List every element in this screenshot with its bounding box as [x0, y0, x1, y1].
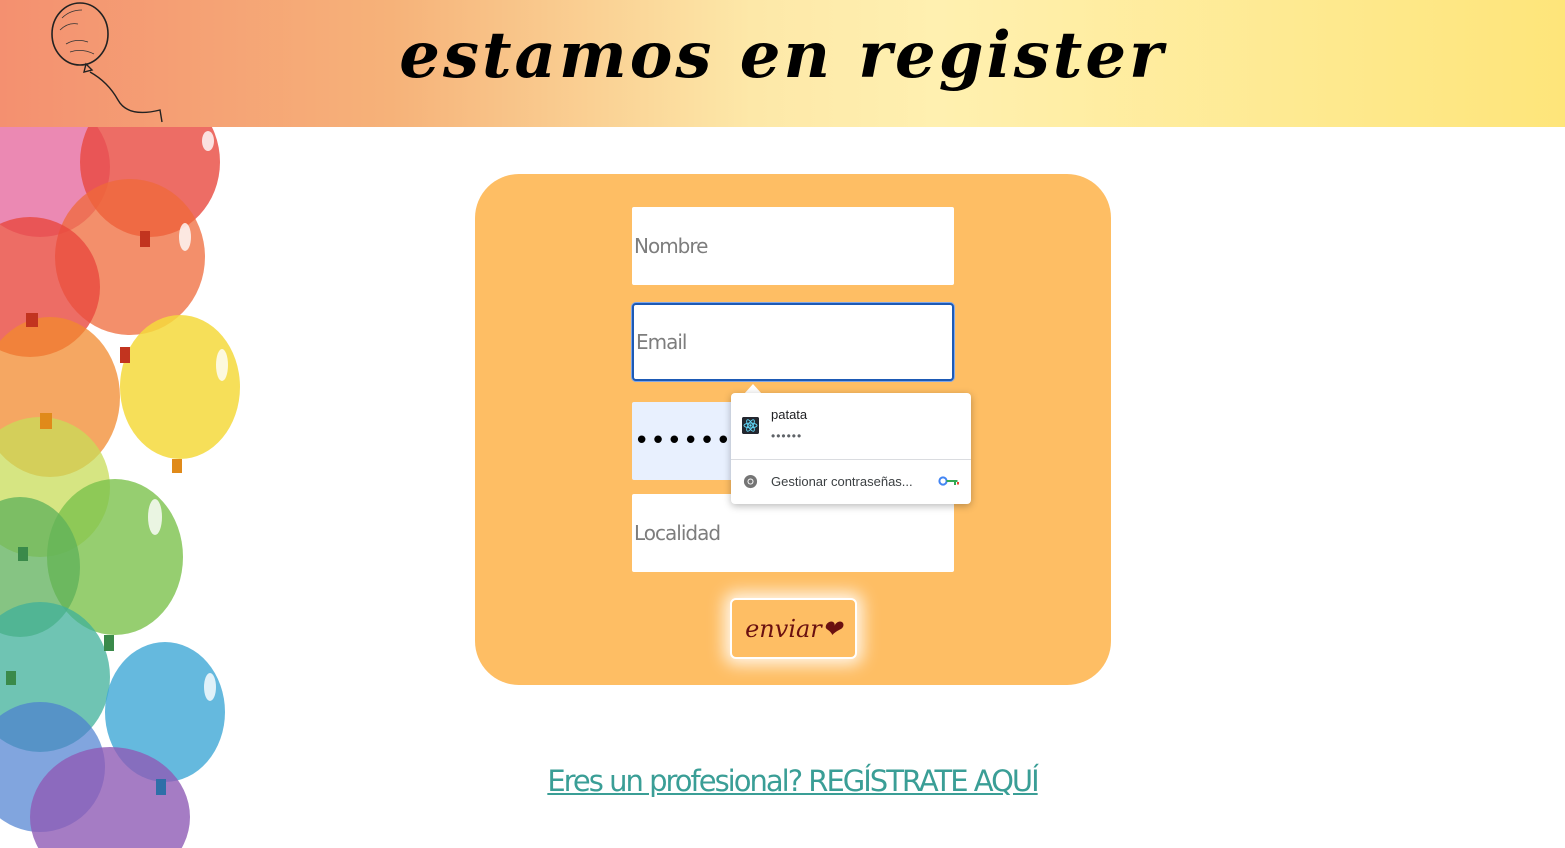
- saved-credential-item[interactable]: patata ••••••: [731, 393, 971, 459]
- nombre-placeholder: Nombre: [634, 234, 708, 258]
- autofill-popup: patata •••••• Gestionar contraseñas...: [731, 393, 971, 504]
- professional-register-link[interactable]: Eres un profesional? REGÍSTRATE AQUÍ: [0, 764, 1565, 798]
- manage-passwords-item[interactable]: Gestionar contraseñas...: [731, 460, 971, 504]
- email-placeholder: Email: [636, 330, 687, 354]
- google-key-icon: [938, 476, 959, 486]
- balloons-decoration: [0, 127, 240, 848]
- chrome-icon: [743, 474, 758, 489]
- credential-password: ••••••: [771, 429, 803, 443]
- nombre-field[interactable]: Nombre: [632, 207, 954, 285]
- header-banner: estamos en register: [0, 0, 1565, 127]
- credential-username: patata: [771, 407, 808, 422]
- page-title: estamos en register: [399, 18, 1166, 93]
- register-page: estamos en register Nombre Email •••••• …: [0, 0, 1565, 848]
- enviar-button[interactable]: enviar❤: [730, 598, 857, 659]
- localidad-field[interactable]: Localidad: [632, 494, 954, 572]
- localidad-placeholder: Localidad: [634, 521, 721, 545]
- password-value: ••••••: [634, 426, 733, 456]
- email-field[interactable]: Email: [632, 303, 954, 381]
- manage-passwords-label: Gestionar contraseñas...: [771, 474, 913, 489]
- react-icon: [742, 417, 759, 434]
